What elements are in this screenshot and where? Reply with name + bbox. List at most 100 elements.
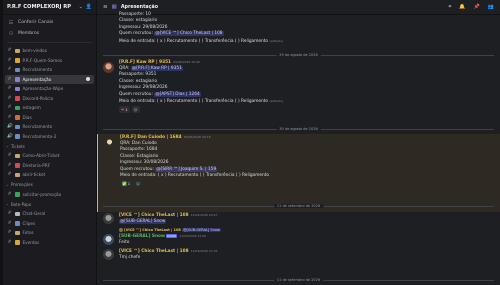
sidebar-divider [7,42,92,43]
avatar [119,228,123,232]
add-reaction-button[interactable]: ☺ [134,180,143,187]
channel-label: Discord-Policia [22,95,54,101]
channel-emoji-icon [15,105,20,110]
avatar[interactable] [103,213,114,224]
channel-title: Apresentação [120,4,159,10]
message-header: [P.R.F] Dan Cuiodo | 1684 30/08/2026 20:1… [120,134,496,141]
username[interactable]: [SUB-GERAL] Snow [119,234,165,239]
channel-item[interactable]: # Recrutamento [3,65,96,75]
hash-icon: # [7,239,12,245]
user-mention[interactable]: @[VICE ™] Chico TheLast | 108 [154,31,224,37]
date-divider: 29 de agosto de 2026 [103,53,494,57]
hamburger-icon[interactable]: ≡ [103,4,108,10]
members-list-icon[interactable]: 👥 [488,4,494,10]
timestamp: 11/09/2026 21:00 [179,234,207,238]
channel-item[interactable]: # estagem [3,103,96,113]
channel-label: Fotos [22,230,34,236]
hash-icon: # [7,114,12,120]
channel-item[interactable]: # Chat-Geral [3,209,96,219]
pin-icon[interactable]: 📌 [474,4,480,10]
channel-item[interactable]: # P.R.F-Quem-Somos [3,56,96,66]
channel-list: # bem-vindos # P.R.F-Quem-Somos # Recrutament… [3,46,96,141]
server-header[interactable]: P.R.F COMPLEXORJ RP ⌄ 👤 [3,0,96,15]
channel-item[interactable]: # Fotos [3,228,96,238]
channel-emoji-icon [15,77,20,82]
user-mention[interactable]: @[SIRR ™] Joaquim S. | 159 [155,166,218,172]
category-social[interactable]: ⌄ Bate-Papo [3,199,96,209]
channel-emoji-icon [15,134,20,139]
add-reaction-icon: ☺ [133,107,138,113]
channel-item[interactable]: # abrir-ticket [3,170,96,180]
channel-item[interactable]: # solicitar-promoção [3,190,96,200]
channel-label: Clipes [22,220,36,226]
entry-line: Meio de entrada: ( x ) Recrutamento ( ) … [119,38,496,45]
username[interactable]: [VICE ™] Chico TheLast | 108 [119,249,189,254]
entry-line: Meio de entrada: ( x ) Recrutamento ( ) … [120,173,270,179]
channel-label: bem-vindos [22,48,47,54]
user-mention[interactable]: @[P.R.F] Kaw RP | 9351 [130,66,183,71]
user-mention: @[SUB-GERAL] Snow [181,228,221,232]
check-icon: ✅ [122,181,127,187]
username[interactable]: [P.R.F] Kaw RP | 9351 [119,60,171,65]
channel-item[interactable]: # Eventos [3,238,96,248]
channel-settings-icon[interactable] [86,77,90,82]
channel-item[interactable]: # bem-vindos [3,46,96,56]
channel-item[interactable]: # Apresentação-Wipe [3,84,96,94]
channel-emoji-icon [15,163,20,168]
channel-emoji-icon [15,240,20,245]
channel-item[interactable]: # Diretoria-PRF [3,161,96,171]
channel-item[interactable]: # Clipes [3,219,96,229]
message-header: [VICE ™] Chico TheLast | 108 11/09/2026 2… [119,212,496,219]
recruiter-prefix: Quem recrutou: [120,166,154,172]
channel-label: Recrutamento [22,124,53,130]
hash-icon: # [7,162,12,168]
reaction-heart[interactable]: ❤ 1 [119,106,130,113]
bell-icon[interactable]: 🔔 [459,4,465,10]
browse-channels-item[interactable]: ☷ Conferir Canais [3,17,96,28]
reactions: ✅ 1 ☺ [120,180,496,187]
channel-emoji-icon [15,48,20,53]
speaker-icon: 🔊 [7,124,13,130]
reaction-check[interactable]: ✅ 1 [120,180,133,187]
date-divider-label: 11 de setembro de 2026 [273,278,324,282]
channel-item[interactable]: # Como-Abrir-Ticket [3,151,96,161]
channel-emoji-icon [15,124,20,129]
channel-item[interactable]: 🔊 Recrutamento [3,122,96,132]
entry-text: Meio de entrada: ( x ) Recrutamento ( ) … [119,38,269,44]
channel-emoji-icon [15,172,20,177]
members-item[interactable]: ⚇ Membros [3,28,96,39]
chevron-down-icon: ⌄ [6,144,9,148]
avatar[interactable] [103,62,114,73]
category-promocoes[interactable]: ⌄ Promoções [3,180,96,190]
channel-emoji-icon [15,153,20,158]
channel-label: Recrutamento-2 [22,133,57,139]
tickets-channel-list: # Como-Abrir-Ticket # Diretoria-PRF # abrir-t… [3,151,96,180]
channel-item[interactable]: # Apresentação [5,74,94,84]
username[interactable]: [VICE ™] Chico TheLast | 108 [119,213,189,218]
chevron-down-icon[interactable]: ⌄ [79,4,83,10]
add-reaction-button[interactable]: ☺ [131,106,140,113]
avatar[interactable] [103,249,114,260]
avatar[interactable] [103,234,114,245]
channel-item[interactable]: # Discord-Policia [3,94,96,104]
threads-icon[interactable]: ⌗ [448,4,451,10]
chevron-down-icon: ⌄ [6,202,9,206]
channel-emoji-icon [15,221,20,226]
date-divider-label: 30 de agosto de 2026 [276,127,321,131]
user-mention[interactable]: @[APST] Dias | 1264 [154,91,201,97]
timestamp: 11/09/2026 21:05 [190,249,218,253]
category-label: Bate-Papo [10,201,32,207]
add-member-icon[interactable]: 👤 [86,4,92,10]
channel-item[interactable]: # Dias [3,113,96,123]
username[interactable]: [P.R.F] Dan Cuiodo | 1684 [120,135,182,140]
date-divider: 11 de setembro de 2026 [103,204,494,208]
avatar[interactable] [104,137,115,148]
channel-item[interactable]: 🔊 Recrutamento-2 [3,132,96,142]
channel-emoji-icon [15,192,20,197]
add-reaction-icon: ☺ [136,181,141,187]
category-tickets[interactable]: ⌄ Tickets [3,141,96,151]
date-divider: 30 de agosto de 2026 [103,127,494,131]
reactions: ❤ 1 ☺ [119,106,496,113]
user-mention[interactable]: @[SUB-GERAL] Snow [119,219,167,224]
message-header: [P.R.F] Kaw RP | 9351 29/08/2026 16:40 [119,59,496,66]
